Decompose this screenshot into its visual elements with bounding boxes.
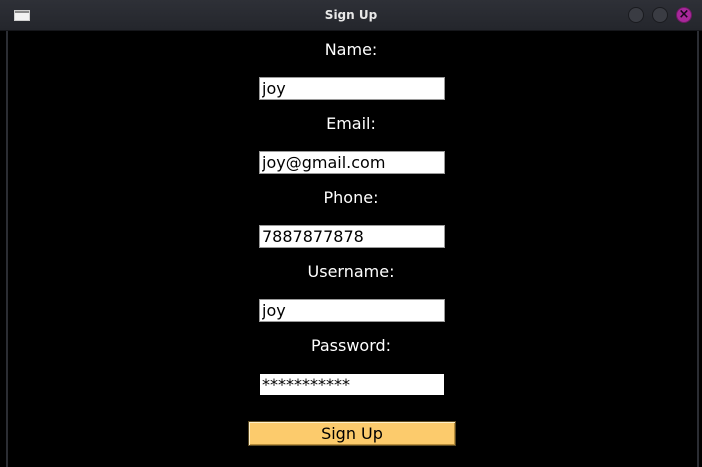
- minimize-button[interactable]: [628, 7, 644, 23]
- signup-window: Sign Up × Name: Email: Phone: Username: …: [0, 0, 702, 467]
- username-label: Username:: [307, 262, 395, 281]
- username-field[interactable]: [259, 299, 445, 322]
- signup-button[interactable]: Sign Up: [248, 421, 456, 446]
- close-icon: ×: [678, 7, 690, 22]
- name-field[interactable]: [259, 77, 445, 100]
- phone-field[interactable]: [259, 225, 445, 248]
- window-right-border: [697, 31, 702, 467]
- name-label: Name:: [324, 40, 378, 59]
- title-bar[interactable]: Sign Up ×: [0, 0, 702, 31]
- password-label: Password:: [310, 336, 392, 355]
- email-field[interactable]: [259, 151, 445, 174]
- phone-label: Phone:: [323, 188, 379, 207]
- close-button[interactable]: ×: [676, 7, 692, 23]
- window-title: Sign Up: [324, 8, 378, 22]
- window-left-border: [0, 31, 8, 467]
- password-field[interactable]: [259, 373, 445, 396]
- maximize-button[interactable]: [652, 7, 668, 23]
- email-label: Email:: [326, 114, 376, 133]
